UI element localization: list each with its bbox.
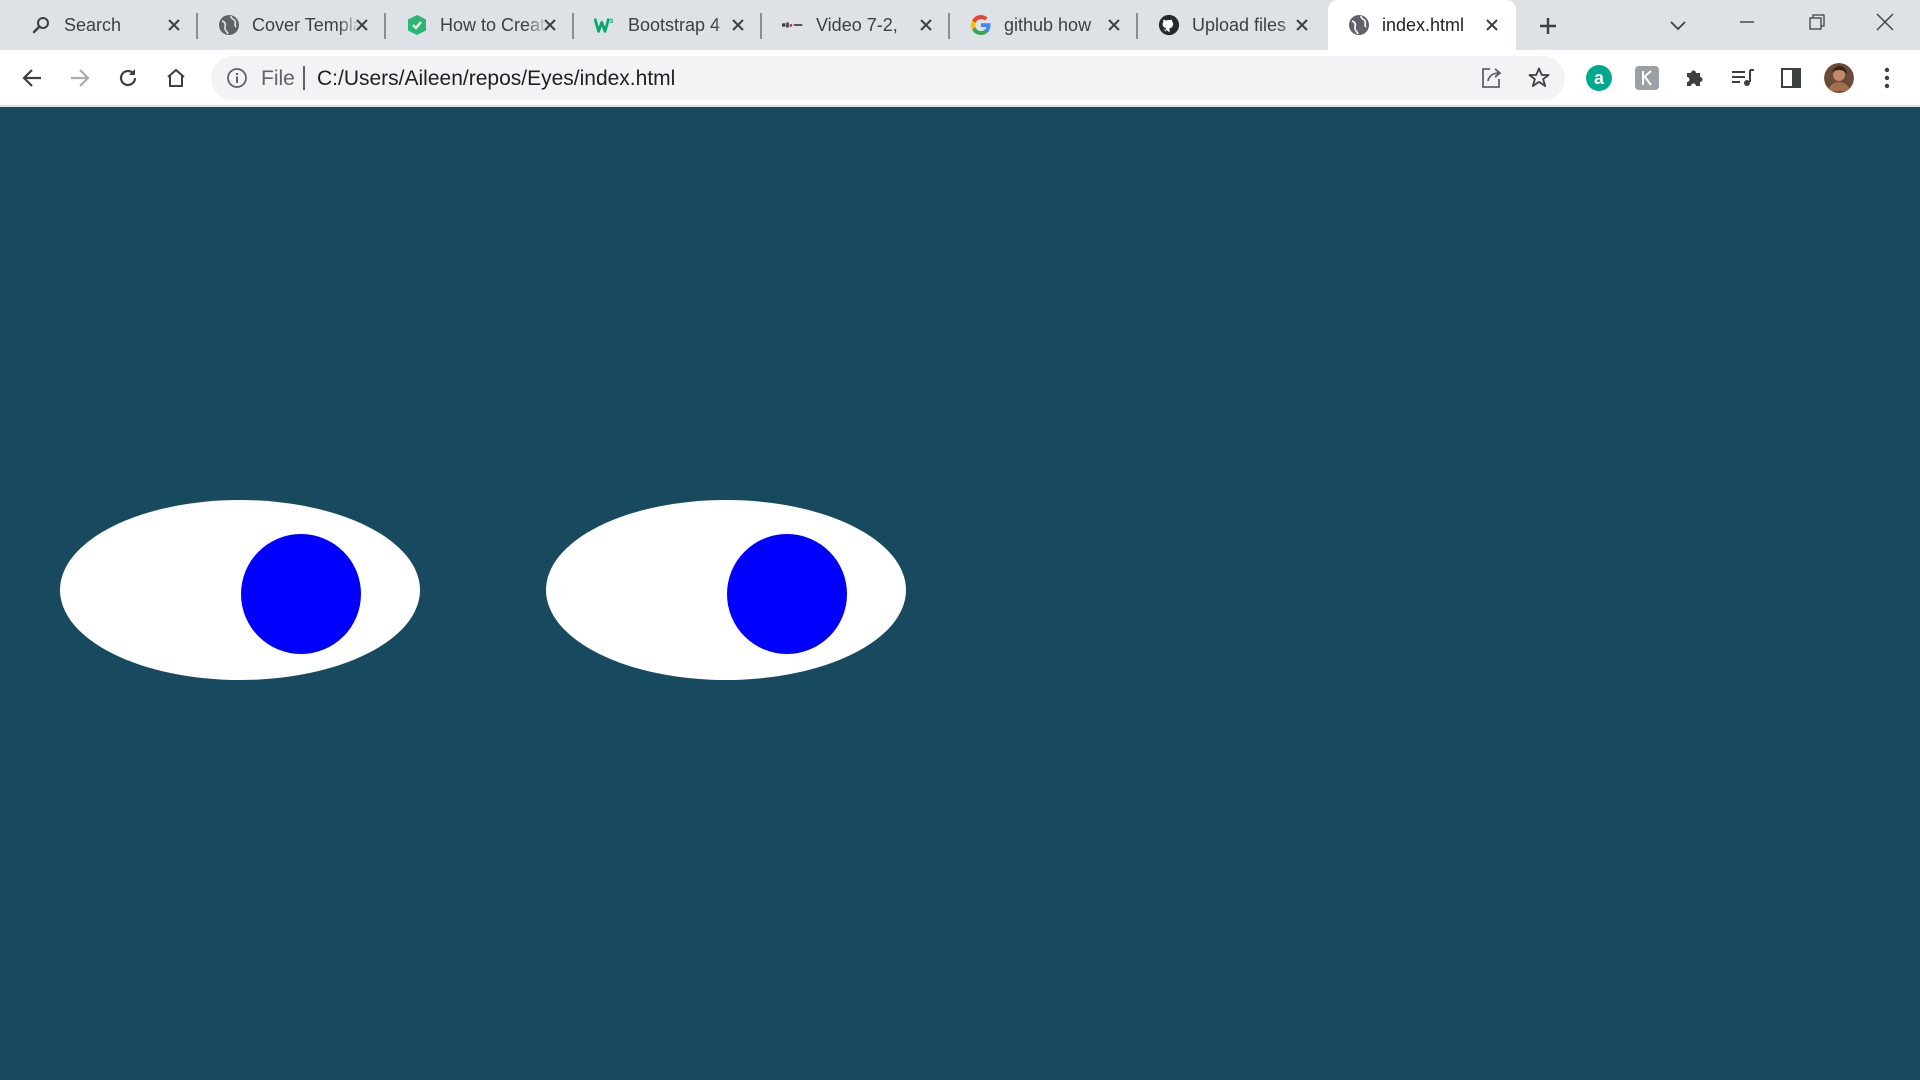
tab-strip: Search Cover Template How to Create 3 Bo…	[0, 0, 1920, 50]
right-pupil	[727, 534, 847, 654]
search-icon	[30, 14, 52, 36]
star-icon[interactable]	[1526, 65, 1552, 91]
address-bar[interactable]: File C:/Users/Aileen/repos/Eyes/index.ht…	[211, 56, 1565, 100]
tab-title: Bootstrap 4	[628, 14, 721, 35]
arrow-right-icon	[71, 69, 90, 87]
scheme-label: File	[261, 67, 295, 90]
close-icon[interactable]	[540, 15, 560, 35]
browser-toolbar: File C:/Users/Aileen/repos/Eyes/index.ht…	[0, 50, 1920, 106]
profile-avatar[interactable]	[1824, 63, 1854, 93]
tab-title: Cover Template	[252, 14, 360, 35]
close-icon[interactable]	[1104, 15, 1124, 35]
close-icon[interactable]	[916, 15, 936, 35]
restore-button[interactable]	[1782, 0, 1852, 44]
tab-how-to-create[interactable]: How to Create	[386, 0, 574, 50]
reload-icon	[119, 69, 137, 87]
plus-icon	[1540, 18, 1556, 34]
menu-icon[interactable]	[1872, 63, 1902, 93]
new-tab-button[interactable]	[1532, 10, 1564, 42]
home-button[interactable]	[158, 60, 194, 96]
arrow-left-icon	[22, 69, 41, 87]
close-window-button[interactable]	[1850, 0, 1920, 44]
left-pupil	[241, 534, 361, 654]
tab-github-how[interactable]: github how	[950, 0, 1138, 50]
divider	[303, 66, 305, 90]
tab-search-button[interactable]	[1662, 10, 1694, 42]
close-icon[interactable]	[164, 15, 184, 35]
back-button[interactable]	[14, 60, 50, 96]
tab-title: Search	[64, 14, 122, 35]
google-icon	[970, 14, 992, 36]
tab-title: How to Create	[440, 14, 548, 35]
close-icon[interactable]	[1482, 15, 1502, 35]
svg-text:a: a	[1594, 68, 1605, 88]
home-icon	[167, 68, 185, 87]
tab-cover-template[interactable]: Cover Template	[198, 0, 386, 50]
minimize-icon	[1740, 21, 1754, 23]
extension-gray-icon[interactable]	[1632, 63, 1662, 93]
tab-search[interactable]: Search	[10, 0, 198, 50]
github-icon	[1158, 14, 1180, 36]
puzzle-icon[interactable]	[1680, 63, 1710, 93]
tab-title: Video 7-2,	[816, 14, 898, 35]
tab-title: github how	[1004, 14, 1092, 35]
restore-icon	[1809, 14, 1825, 30]
left-eye	[60, 500, 420, 680]
close-icon[interactable]	[352, 15, 372, 35]
reload-button[interactable]	[110, 60, 146, 96]
shield-icon	[406, 14, 428, 36]
close-icon[interactable]	[1292, 15, 1312, 35]
page-viewport	[0, 107, 1920, 1080]
w3-logo-icon: 3	[594, 14, 616, 36]
globe-icon	[1348, 14, 1370, 36]
chevron-down-icon	[1670, 21, 1686, 31]
side-panel-icon[interactable]	[1776, 63, 1806, 93]
tab-bootstrap[interactable]: 3 Bootstrap 4	[574, 0, 762, 50]
tab-video[interactable]: Video 7-2,	[762, 0, 950, 50]
extension-a-icon[interactable]: a	[1584, 63, 1614, 93]
minimize-button[interactable]	[1712, 0, 1782, 44]
svg-text:3: 3	[610, 18, 614, 25]
media-control-icon[interactable]	[1728, 63, 1758, 93]
tab-index-html[interactable]: index.html	[1328, 0, 1516, 50]
close-icon	[1876, 13, 1894, 31]
close-icon[interactable]	[728, 15, 748, 35]
url-text[interactable]: C:/Users/Aileen/repos/Eyes/index.html	[317, 67, 675, 91]
info-icon[interactable]	[225, 66, 249, 90]
right-eye	[546, 500, 906, 680]
globe-icon	[218, 14, 240, 36]
tab-title: Upload files	[1192, 14, 1287, 35]
share-icon[interactable]	[1478, 65, 1504, 91]
tab-title: index.html	[1382, 14, 1465, 35]
forward-button[interactable]	[62, 60, 98, 96]
video-site-icon	[782, 14, 804, 36]
tab-upload-files[interactable]: Upload files	[1138, 0, 1326, 50]
